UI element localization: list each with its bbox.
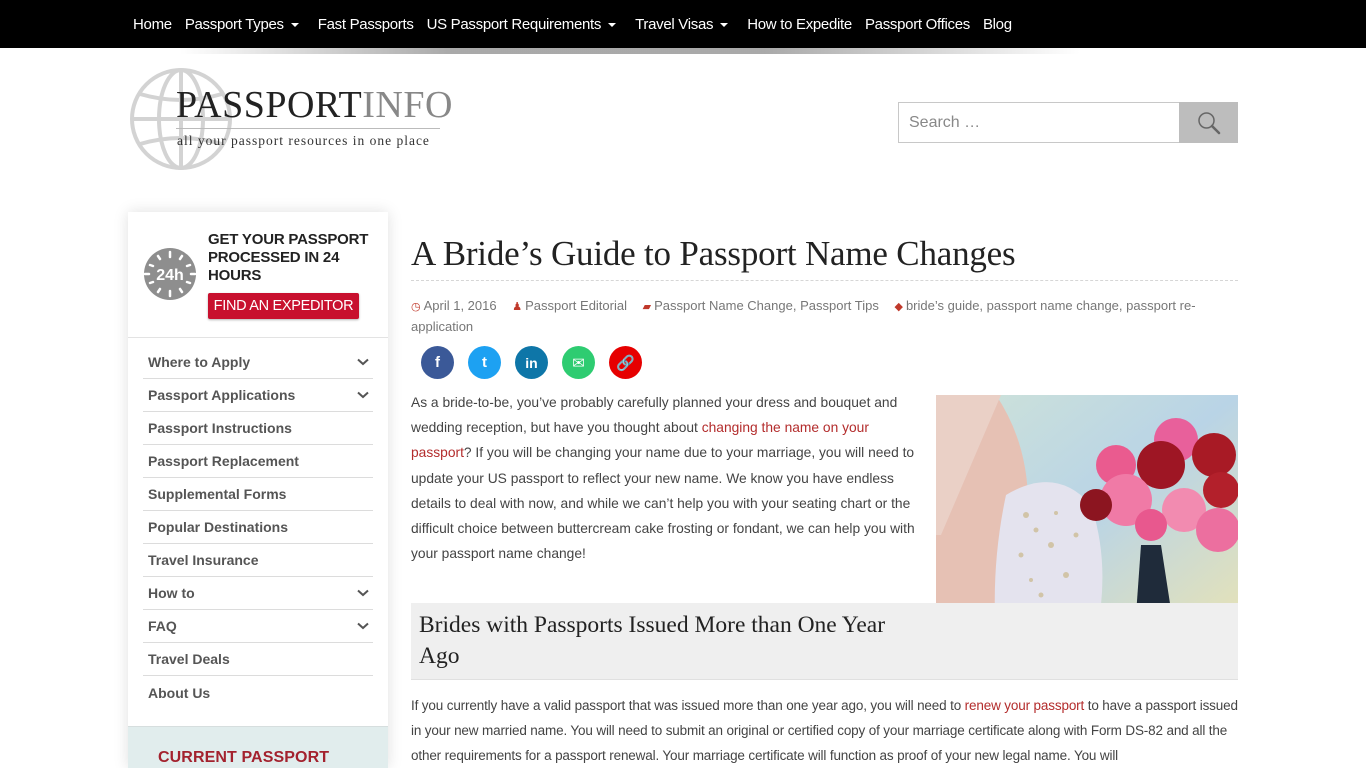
share-copy-link-button[interactable]: 🔗 (609, 346, 642, 379)
search-button[interactable] (1179, 102, 1238, 143)
sidebar-item-travel-insurance[interactable]: Travel Insurance (143, 544, 373, 577)
search-form (898, 102, 1238, 143)
sidebar-item-passport-applications[interactable]: Passport Applications (143, 379, 373, 412)
share-buttons: f t in ✉ 🔗 (421, 346, 1238, 379)
logo-wordmark: PASSPORTINFO (176, 84, 453, 126)
chevron-down-icon[interactable] (357, 589, 369, 597)
chevron-down-icon[interactable] (357, 358, 369, 366)
top-navigation: Home Passport Types Fast Passports US Passp… (0, 0, 1366, 48)
tag-link[interactable]: bride’s guide (906, 298, 979, 313)
nav-item-passport-types[interactable]: Passport Types (185, 16, 305, 33)
sidebar-item-travel-deals[interactable]: Travel Deals (143, 643, 373, 676)
nav-item-label: US Passport Requirements (426, 15, 602, 33)
chevron-down-icon[interactable] (357, 622, 369, 630)
article-title: A Bride’s Guide to Passport Name Changes (411, 230, 1238, 281)
section-heading-box: Brides with Passports Issued More than O… (411, 603, 1238, 680)
share-facebook-button[interactable]: f (421, 346, 454, 379)
nav-item-label: Blog (982, 15, 1012, 33)
nav-item-label: Passport Offices (864, 15, 970, 33)
sidebar-item-label: Travel Insurance (148, 552, 259, 568)
post-date[interactable]: ◷ April 1, 2016 (411, 298, 497, 313)
bride-bouquet-illustration (936, 395, 1238, 637)
share-twitter-button[interactable]: t (468, 346, 501, 379)
find-expeditor-button[interactable]: FIND AN EXPEDITOR (208, 293, 359, 319)
post-author[interactable]: ♟ Passport Editorial (512, 298, 627, 313)
sidebar-item-label: Passport Applications (148, 387, 296, 403)
nav-shadow-divider (180, 48, 1080, 54)
nav-item-label: Fast Passports (317, 15, 414, 33)
sidebar-item-label: About Us (148, 684, 211, 701)
magnifier-icon (1197, 111, 1220, 134)
copy-link-icon: 🔗 (616, 354, 635, 372)
search-input[interactable] (898, 102, 1179, 143)
sidebar-item-how-to[interactable]: How to (143, 577, 373, 610)
current-passport-widget: CURRENT PASSPORT (128, 726, 388, 768)
sidebar: 24h GET YOUR PASSPORT PROCESSED IN 24 HO… (128, 212, 388, 768)
section-paragraph: If you currently have a valid passport t… (411, 698, 1238, 764)
nav-item-blog[interactable]: Blog (983, 16, 1012, 33)
sidebar-item-label: Where to Apply (148, 354, 251, 370)
clock-icon: ◷ (411, 301, 421, 313)
nav-item-how-to-expedite[interactable]: How to Expedite (747, 16, 852, 33)
chevron-down-icon[interactable] (357, 391, 369, 399)
sidebar-item-passport-instructions[interactable]: Passport Instructions (143, 412, 373, 445)
svg-text:24h: 24h (156, 267, 184, 284)
sidebar-item-label: Passport Replacement (148, 453, 299, 469)
linkedin-icon: in (525, 354, 538, 371)
sidebar-item-supplemental-forms[interactable]: Supplemental Forms (143, 478, 373, 511)
article: A Bride’s Guide to Passport Name Changes… (411, 230, 1238, 763)
nav-item-travel-visas[interactable]: Travel Visas (635, 16, 734, 33)
bride-bouquet-image (936, 395, 1238, 637)
caret-down-icon (720, 23, 729, 27)
nav-item-passport-offices[interactable]: Passport Offices (865, 16, 970, 33)
24h-clock-icon: 24h (143, 248, 197, 300)
sidebar-item-where-to-apply[interactable]: Where to Apply (143, 346, 373, 379)
category-link[interactable]: Passport Name Change (654, 298, 793, 313)
section-heading: Brides with Passports Issued More than O… (419, 612, 886, 669)
intro-paragraph: As a bride-to-be, you’ve probably carefu… (411, 395, 915, 562)
sidebar-item-popular-destinations[interactable]: Popular Destinations (143, 511, 373, 544)
caret-down-icon (290, 23, 299, 27)
nav-item-label: Passport Types (184, 15, 284, 33)
category-link[interactable]: Passport Tips (800, 298, 879, 313)
sidebar-item-label: Passport Instructions (148, 420, 292, 436)
post-categories: ▰ Passport Name Change, Passport Tips (642, 298, 879, 313)
share-linkedin-button[interactable]: in (515, 346, 548, 379)
nav-item-fast-passports[interactable]: Fast Passports (318, 16, 414, 33)
sidebar-item-label: Travel Deals (148, 651, 230, 667)
sidebar-menu: Where to Apply Passport Applications Passp… (128, 346, 388, 709)
caret-down-icon (608, 23, 617, 27)
current-passport-title: CURRENT PASSPORT (158, 749, 330, 766)
sidebar-item-label: Supplemental Forms (148, 486, 287, 502)
nav-menu: Home Passport Types Fast Passports US Passp… (133, 0, 1025, 48)
twitter-icon: t (482, 354, 487, 371)
tag-link[interactable]: passport name change (987, 298, 1119, 313)
expedite-promo: 24h GET YOUR PASSPORT PROCESSED IN 24 HO… (128, 212, 388, 338)
renew-passport-link[interactable]: renew your passport (965, 698, 1085, 713)
sidebar-item-faq[interactable]: FAQ (143, 610, 373, 643)
tag-icon: ◆ (894, 301, 903, 313)
facebook-icon: f (435, 354, 440, 371)
logo-rule (176, 128, 440, 129)
site-logo[interactable]: PASSPORTINFO all your passport resources… (128, 66, 452, 172)
nav-item-label: Travel Visas (635, 15, 714, 33)
sidebar-item-about-us[interactable]: About Us (143, 676, 373, 709)
sidebar-item-passport-replacement[interactable]: Passport Replacement (143, 445, 373, 478)
nav-item-home[interactable]: Home (133, 16, 172, 33)
sidebar-item-label: Popular Destinations (148, 519, 289, 535)
nav-item-us-passport-requirements[interactable]: US Passport Requirements (427, 16, 623, 33)
share-email-button[interactable]: ✉ (562, 346, 595, 379)
logo-tagline: all your passport resources in one place (177, 133, 430, 148)
folder-icon: ▰ (642, 301, 652, 313)
promo-title: GET YOUR PASSPORT PROCESSED IN 24 HOURS (208, 231, 369, 284)
nav-item-label: How to Expedite (747, 15, 852, 33)
article-meta: ◷ April 1, 2016 ♟ Passport Editorial ▰ Pass… (411, 296, 1238, 337)
sidebar-item-label: FAQ (148, 618, 177, 634)
nav-item-label: Home (133, 15, 172, 33)
user-icon: ♟ (512, 301, 523, 313)
email-icon: ✉ (572, 354, 585, 372)
sidebar-item-label: How to (148, 585, 195, 601)
